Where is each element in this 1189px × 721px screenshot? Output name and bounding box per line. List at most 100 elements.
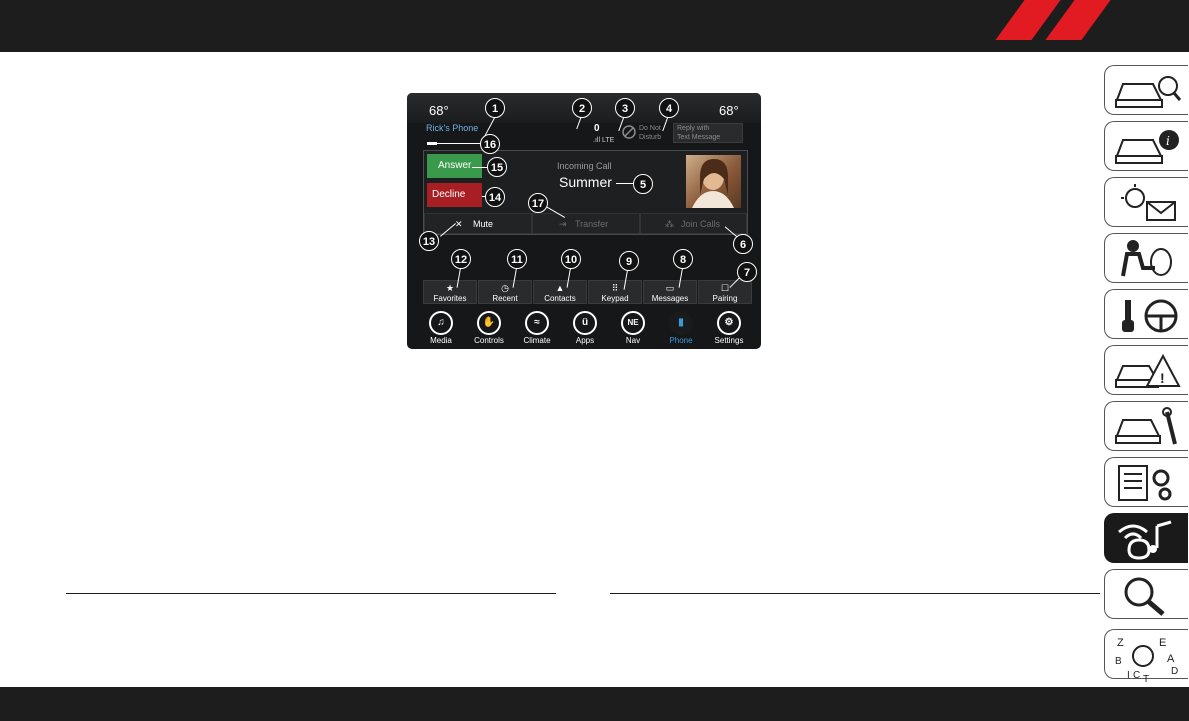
section-divider-right [610, 593, 1100, 594]
svg-text:A: A [1167, 653, 1175, 665]
svg-text:C: C [1133, 670, 1140, 681]
callout-16: 16 [480, 134, 500, 154]
dock-nav-label: Nav [625, 336, 641, 345]
transfer-label: Transfer [575, 219, 609, 229]
airbag-seat-icon [1121, 240, 1172, 277]
nav-pairing-label: Pairing [712, 294, 738, 303]
phone-signal-icon: ▮ [669, 311, 693, 335]
signal-indicator: .ıll LTE [593, 137, 614, 144]
dock-settings[interactable]: ⚙ Settings [709, 311, 749, 345]
dock-nav[interactable]: NE Nav [613, 311, 653, 345]
decline-button[interactable]: Decline [427, 183, 482, 207]
tab-starting-operating[interactable] [1104, 289, 1188, 339]
network-type: LTE [601, 137, 615, 144]
incoming-call-label: Incoming Call [557, 161, 612, 171]
search-icon [1124, 577, 1165, 616]
tab-servicing-maintenance[interactable] [1104, 401, 1188, 451]
tab-safety[interactable] [1104, 233, 1188, 283]
nav-favorites[interactable]: ★ Favorites [423, 280, 477, 304]
svg-text:D: D [1171, 666, 1178, 677]
pairing-icon: ☐ [720, 283, 730, 293]
nav-contacts[interactable]: ▲ Contacts [533, 280, 587, 304]
dnd-line2: Disturb [639, 134, 662, 141]
key-steering-icon [1122, 299, 1178, 333]
svg-text:T: T [1143, 674, 1149, 684]
nav-keypad-label: Keypad [601, 294, 629, 303]
mic-off-icon: ✕ [455, 219, 463, 229]
nav-messages-label: Messages [651, 294, 689, 303]
tab-warning-lights[interactable] [1104, 177, 1188, 227]
star-icon: ★ [445, 283, 455, 293]
footer-bar [0, 687, 1189, 721]
index-az-icon: Z E B A I C T D [1115, 637, 1178, 684]
temperature-right: 68° [719, 103, 739, 118]
keypad-icon: ⠿ [611, 283, 619, 293]
warning-light-message-icon [1121, 184, 1176, 221]
svg-text:!: ! [1160, 370, 1165, 386]
do-not-disturb-button[interactable]: Do Not Disturb [639, 124, 661, 142]
dnd-line1: Do Not [639, 125, 661, 132]
mute-label: Mute [473, 219, 494, 229]
svg-text:B: B [1115, 656, 1122, 667]
transfer-button[interactable]: ⇥ Transfer [532, 213, 640, 234]
callout-5: 5 [633, 174, 653, 194]
join-calls-icon: ⁂ [665, 219, 674, 229]
dock-climate-label: Climate [523, 336, 551, 345]
climate-icon: ≈ [525, 311, 549, 335]
compass-icon: NE [621, 311, 645, 335]
signal-count: 0 [594, 123, 600, 134]
nav-recent[interactable]: ◷ Recent [478, 280, 532, 304]
tab-multimedia[interactable] [1104, 513, 1188, 563]
callout-3: 3 [615, 98, 635, 118]
mute-button[interactable]: ✕ Mute [424, 213, 532, 234]
join-calls-label: Join Calls [681, 219, 721, 229]
nav-messages[interactable]: ▭ Messages [643, 280, 697, 304]
clock-icon: ◷ [501, 283, 509, 293]
tab-getting-to-know-vehicle[interactable] [1104, 65, 1188, 115]
multimedia-icon [1118, 520, 1172, 560]
callout-14: 14 [485, 187, 505, 207]
dock-phone[interactable]: ▮ Phone [661, 311, 701, 345]
contact-icon: ▲ [555, 283, 565, 293]
settings-gear-icon: ⚙ [717, 311, 741, 335]
answer-button[interactable]: Answer [427, 154, 482, 178]
do-not-disturb-icon[interactable] [621, 124, 637, 140]
nav-keypad[interactable]: ⠿ Keypad [588, 280, 642, 304]
tab-technical-specifications[interactable] [1104, 457, 1188, 507]
music-note-icon: ♫ [429, 311, 453, 335]
tab-getting-started[interactable]: i [1104, 121, 1188, 171]
callout-12: 12 [451, 249, 471, 269]
tab-index[interactable]: Z E B A ICT D [1104, 629, 1188, 684]
callout-17: 17 [528, 193, 548, 213]
car-info-icon: i [1115, 130, 1179, 164]
dock-controls[interactable]: ✋ Controls [469, 311, 509, 345]
tab-customer-assistance[interactable] [1104, 569, 1188, 619]
callout-10: 10 [561, 249, 581, 269]
callout-9: 9 [619, 251, 639, 271]
car-search-icon [1115, 76, 1182, 108]
car-service-icon [1115, 407, 1177, 445]
dock-apps-label: Apps [575, 336, 595, 345]
dock-media[interactable]: ♫ Media [421, 311, 461, 345]
callout-8: 8 [673, 249, 693, 269]
dock-settings-label: Settings [714, 336, 744, 345]
uconnect-phone-screen: 68° 68° Rick's Phone 0 .ıll LTE Do Not Di… [407, 93, 761, 349]
nav-favorites-label: Favorites [433, 294, 467, 303]
header-bar [0, 0, 1189, 52]
callout-4: 4 [659, 98, 679, 118]
dock-apps[interactable]: ü Apps [565, 311, 605, 345]
car-warning-icon: ! [1115, 353, 1181, 388]
tab-in-case-of-emergency[interactable]: ! [1104, 345, 1188, 395]
nav-pairing[interactable]: ☐ Pairing [698, 280, 752, 304]
svg-text:Z: Z [1117, 637, 1124, 649]
reply-text-message-button[interactable]: Reply with Text Message [673, 123, 743, 143]
dock-climate[interactable]: ≈ Climate [517, 311, 557, 345]
callout-11: 11 [507, 249, 527, 269]
apps-icon: ü [573, 311, 597, 335]
nav-contacts-label: Contacts [544, 294, 576, 303]
signal-bars-icon: .ıll [593, 137, 602, 144]
callout-7: 7 [737, 262, 757, 282]
leader-16 [436, 143, 480, 144]
caller-name: Summer [559, 174, 612, 190]
callout-2: 2 [572, 98, 592, 118]
